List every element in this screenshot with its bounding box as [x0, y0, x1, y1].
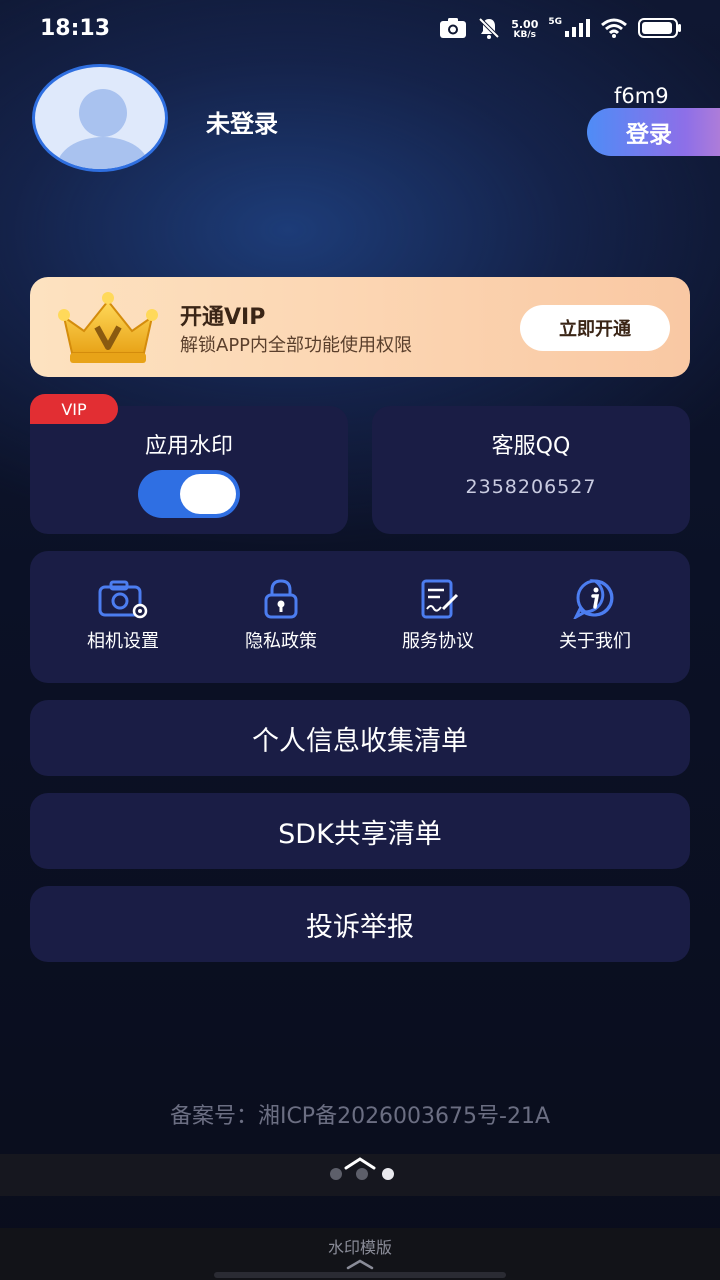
grid-item-privacy-policy[interactable]: 隐私政策 [206, 579, 356, 669]
user-code: f6m9 [614, 84, 669, 108]
personal-info-list-button[interactable]: 个人信息收集清单 [30, 700, 690, 776]
icp-record: 备案号：湘ICP备2026003675号-21A [169, 1104, 551, 1129]
lock-icon [264, 579, 298, 619]
template-panel-label[interactable]: 水印模版 [0, 1234, 720, 1258]
grid-label: 服务协议 [402, 631, 474, 652]
watermark-toggle[interactable] [138, 470, 240, 518]
page-dot-active[interactable] [382, 1168, 394, 1180]
quick-actions-grid: 相机设置 隐私政策 服务协议 关于我们 [30, 551, 690, 683]
customer-service-qq-card[interactable]: 客服QQ 2358206527 [372, 406, 690, 534]
status-icons: 5.00 KB/s 5G [439, 16, 682, 44]
user-placeholder-icon [57, 89, 149, 169]
sdk-share-list-button[interactable]: SDK共享清单 [30, 793, 690, 869]
page-dot[interactable] [330, 1168, 342, 1180]
signal-type: 5G [548, 17, 562, 27]
status-bar: 18:13 5.00 KB/s 5G [0, 0, 720, 60]
vip-open-button[interactable]: 立即开通 [520, 305, 670, 351]
grid-item-camera-settings[interactable]: 相机设置 [48, 579, 198, 669]
vip-title: 开通VIP [180, 305, 266, 330]
wifi-icon [600, 17, 628, 43]
camera-icon [439, 17, 467, 43]
vip-badge: VIP [30, 394, 118, 424]
grid-item-about-us[interactable]: 关于我们 [520, 579, 670, 669]
chevron-up-icon[interactable] [344, 1156, 376, 1170]
camera-settings-icon [98, 580, 148, 619]
qq-number: 2358206527 [465, 476, 597, 498]
bell-muted-icon [477, 16, 501, 44]
watermark-card: 应用水印 [30, 406, 348, 534]
signal-icon [564, 18, 590, 42]
document-sign-icon [421, 579, 459, 619]
vip-subtitle: 解锁APP内全部功能使用权限 [180, 335, 413, 356]
grid-label: 相机设置 [87, 631, 159, 652]
login-button[interactable]: 登录 [587, 108, 720, 156]
battery-icon [638, 17, 682, 43]
avatar[interactable] [32, 64, 168, 172]
complaint-report-button[interactable]: 投诉举报 [30, 886, 690, 962]
chevron-up-icon[interactable] [344, 1258, 376, 1270]
home-indicator[interactable] [214, 1272, 506, 1278]
vip-banner[interactable]: 开通VIP 解锁APP内全部功能使用权限 立即开通 [30, 277, 690, 377]
qq-title: 客服QQ [491, 434, 571, 459]
grid-item-service-agreement[interactable]: 服务协议 [363, 579, 513, 669]
status-time: 18:13 [40, 16, 111, 41]
crown-icon [58, 292, 158, 363]
network-speed: 5.00 KB/s [511, 18, 539, 40]
toggle-knob [180, 474, 236, 514]
grid-label: 关于我们 [559, 631, 631, 652]
login-status-text: 未登录 [206, 110, 278, 138]
info-icon [573, 579, 614, 619]
grid-label: 隐私政策 [245, 631, 317, 652]
watermark-title: 应用水印 [144, 434, 233, 459]
